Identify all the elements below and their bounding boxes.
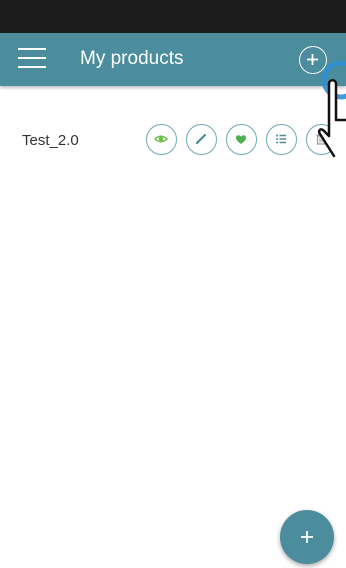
delete-button[interactable]	[306, 124, 337, 155]
details-button[interactable]	[266, 124, 297, 155]
add-product-button[interactable]	[299, 46, 327, 74]
trash-icon	[316, 133, 326, 145]
hamburger-menu-icon[interactable]	[18, 47, 46, 69]
fab-add-button[interactable]	[280, 510, 334, 564]
edit-button[interactable]	[186, 124, 217, 155]
plus-icon	[301, 531, 313, 543]
list-icon	[276, 134, 286, 144]
app-screen: My products Test_2.0	[0, 0, 346, 568]
product-name: Test_2.0	[22, 132, 79, 149]
list-item: Test_2.0	[0, 122, 346, 158]
product-list: Test_2.0	[0, 86, 346, 568]
pencil-icon	[195, 133, 207, 145]
status-bar	[0, 0, 346, 33]
heart-icon	[235, 135, 247, 144]
view-button[interactable]	[146, 124, 177, 155]
eye-icon	[153, 135, 169, 143]
plus-circle-icon	[307, 54, 318, 65]
page-title: My products	[80, 48, 184, 69]
app-bar: My products	[0, 33, 346, 86]
favorite-button[interactable]	[226, 124, 257, 155]
